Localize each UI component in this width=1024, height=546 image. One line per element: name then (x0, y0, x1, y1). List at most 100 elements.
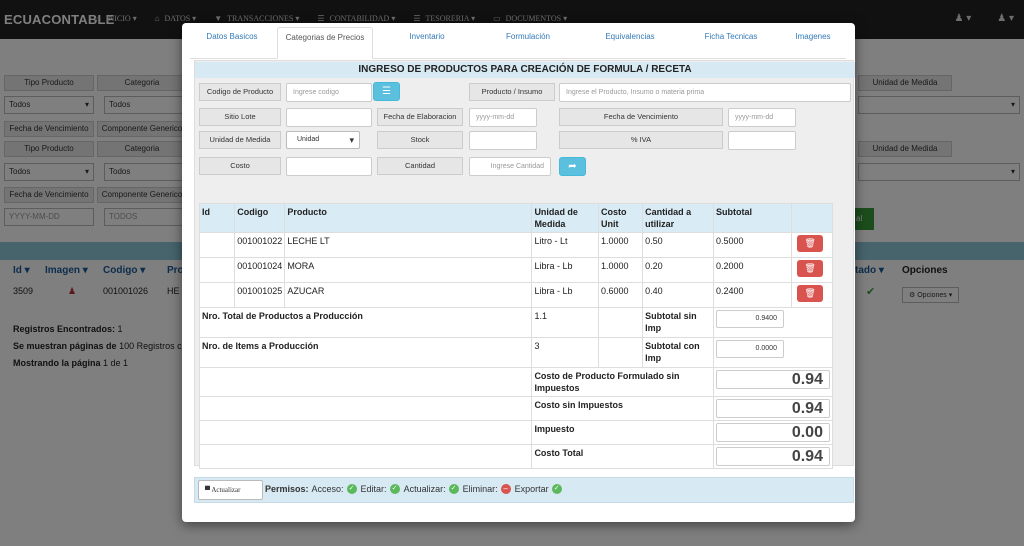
cell-unidad: Libra - Lb (531, 282, 600, 308)
permisos-label: Permisos: (265, 484, 309, 494)
subtotal-con-input[interactable]: 0.0000 (715, 340, 784, 358)
cell-id (198, 232, 236, 258)
perm-editar-label: Editar: (360, 484, 387, 494)
th-cantidad: Cantidad a utilizar (642, 203, 714, 233)
sitio-lote-input[interactable] (286, 108, 372, 127)
cell-subtotal: 0.5000 (712, 232, 793, 258)
cell-costo: 1.0000 (598, 232, 644, 258)
subtotal-con-label: Subtotal con Imp (642, 337, 714, 368)
th-actions (791, 203, 833, 233)
summary-row-impuesto: Impuesto 0.00 (198, 420, 834, 445)
summary-row-items: Nro. de Items a Producción 3 Subtotal co… (198, 337, 834, 368)
th-id: Id (198, 203, 236, 233)
stock-input[interactable] (469, 131, 537, 150)
th-codigo: Codigo (234, 203, 286, 233)
sitio-lote-label: Sitio Lote (199, 108, 281, 126)
cantidad-label: Cantidad (377, 157, 463, 175)
codigo-input[interactable]: Ingrese codigo (286, 83, 372, 102)
delete-button[interactable]: 🗑 (797, 285, 824, 302)
costo-total-label: Costo Total (531, 444, 714, 469)
costo-total-cell: 0.94 (712, 444, 834, 469)
iva-label: % IVA (559, 131, 723, 149)
cell-unidad: Libra - Lb (531, 257, 600, 283)
button-label: Actualizar (211, 486, 241, 494)
chevron-down-icon: ▾ (349, 135, 354, 145)
cantidad-input[interactable]: Ingrese Cantidad (469, 157, 551, 176)
costo-input[interactable] (286, 157, 372, 176)
unidad-medida-select[interactable]: Unidad ▾ (286, 131, 360, 149)
delete-button[interactable]: 🗑 (797, 260, 824, 277)
impuesto-cell: 0.00 (712, 420, 834, 445)
empty-cell (598, 337, 644, 368)
empty-cell (198, 367, 533, 397)
minus-circle-icon: – (500, 484, 511, 494)
items-label: Nro. de Items a Producción (198, 337, 533, 368)
unidad-medida-label: Unidad de Medida (199, 131, 281, 149)
producto-input[interactable]: Ingrese el Producto, Insumo o materia pr… (559, 83, 851, 102)
formula-table: Id Codigo Producto Unidad de Medida Cost… (198, 203, 834, 469)
subtotal-sin-cell: 0.9400 (712, 307, 834, 338)
tab-imagenes[interactable]: Imagenes (782, 27, 844, 58)
add-item-button[interactable]: ➦ (559, 157, 586, 176)
summary-row-formulado: Costo de Producto Formulado sin Impuesto… (198, 367, 834, 397)
cell-subtotal: 0.2400 (712, 282, 793, 308)
perm-acceso-label: Acceso: (311, 484, 344, 494)
select-value: Unidad (297, 136, 320, 143)
summary-row-productos: Nro. Total de Productos a Producción 1.1… (198, 307, 834, 338)
tab-formulacion[interactable]: Formulación (480, 27, 576, 58)
tab-categorias-precios[interactable]: Categorias de Precios (277, 27, 373, 59)
fecha-elaboracion-label: Fecha de Elaboracion (377, 108, 463, 126)
fecha-vencimiento-input[interactable]: yyyy-mm-dd (728, 108, 796, 127)
cell-actions: 🗑 (791, 232, 833, 258)
stock-label: Stock (377, 131, 463, 149)
costo-total-value: 0.94 (715, 447, 830, 466)
costo-sin-value: 0.94 (715, 399, 830, 418)
delete-button[interactable]: 🗑 (797, 235, 824, 252)
producto-label: Producto / Insumo (469, 83, 555, 101)
subtotal-sin-input[interactable]: 0.9400 (715, 310, 784, 328)
cell-subtotal: 0.2000 (712, 257, 793, 283)
trash-icon: 🗑 (804, 263, 816, 273)
codigo-label: Codigo de Producto (199, 83, 281, 101)
tab-equivalencias[interactable]: Equivalencias (580, 27, 680, 58)
cell-codigo: 001001025 (234, 282, 286, 308)
empty-cell (198, 396, 533, 421)
subtotal-con-cell: 0.0000 (712, 337, 834, 368)
modal-footer: ▀ Actualizar Permisos: Acceso: ✓ Editar: ✓… (194, 477, 854, 503)
iva-input[interactable] (728, 131, 796, 150)
actualizar-button[interactable]: ▀ Actualizar (198, 480, 263, 500)
fecha-elaboracion-input[interactable]: yyyy-mm-dd (469, 108, 537, 127)
fecha-vencimiento-label: Fecha de Vencimiento (559, 108, 723, 126)
costo-label: Costo (199, 157, 281, 175)
cell-producto: AZUCAR (284, 282, 533, 308)
form-title: INGRESO DE PRODUCTOS PARA CREACIÓN DE FO… (195, 62, 855, 78)
th-unidad: Unidad de Medida (531, 203, 600, 233)
costo-formulado-value: 0.94 (715, 370, 830, 389)
cell-cantidad: 0.40 (642, 282, 714, 308)
cell-codigo: 001001024 (234, 257, 286, 283)
costo-formulado-cell: 0.94 (712, 367, 834, 397)
modal-tabs: Datos Basicos Categorias de Precios Inve… (190, 27, 846, 59)
perm-exportar-label: Exportar (514, 484, 549, 494)
tab-inventario[interactable]: Inventario (380, 27, 474, 58)
subtotal-sin-label: Subtotal sin Imp (642, 307, 714, 338)
impuesto-label: Impuesto (531, 420, 714, 445)
product-modal: Datos Basicos Categorias de Precios Inve… (182, 23, 855, 522)
costo-formulado-label: Costo de Producto Formulado sin Impuesto… (531, 367, 714, 397)
items-value: 3 (531, 337, 600, 368)
empty-cell (598, 307, 644, 338)
th-costo: Costo Unit (598, 203, 644, 233)
empty-cell (198, 444, 533, 469)
permisos-info: Permisos: Acceso: ✓ Editar: ✓ Actualizar: ✓… (265, 484, 566, 494)
tab-datos-basicos[interactable]: Datos Basicos (190, 27, 274, 58)
cell-codigo: 001001022 (234, 232, 286, 258)
trash-icon: 🗑 (804, 288, 816, 298)
perm-actualizar-label: Actualizar: (403, 484, 446, 494)
table-row: 001001024 MORA Libra - Lb 1.0000 0.20 0.… (198, 257, 833, 283)
table-row: 001001025 AZUCAR Libra - Lb 0.6000 0.40 … (198, 282, 833, 308)
list-button[interactable]: ☰ (373, 82, 400, 101)
tab-ficha-tecnicas[interactable]: Ficha Tecnicas (682, 27, 780, 58)
share-arrow-icon: ➦ (568, 161, 577, 172)
summary-row-costo-sin: Costo sin Impuestos 0.94 (198, 396, 834, 421)
table-header-row: Id Codigo Producto Unidad de Medida Cost… (198, 203, 833, 233)
